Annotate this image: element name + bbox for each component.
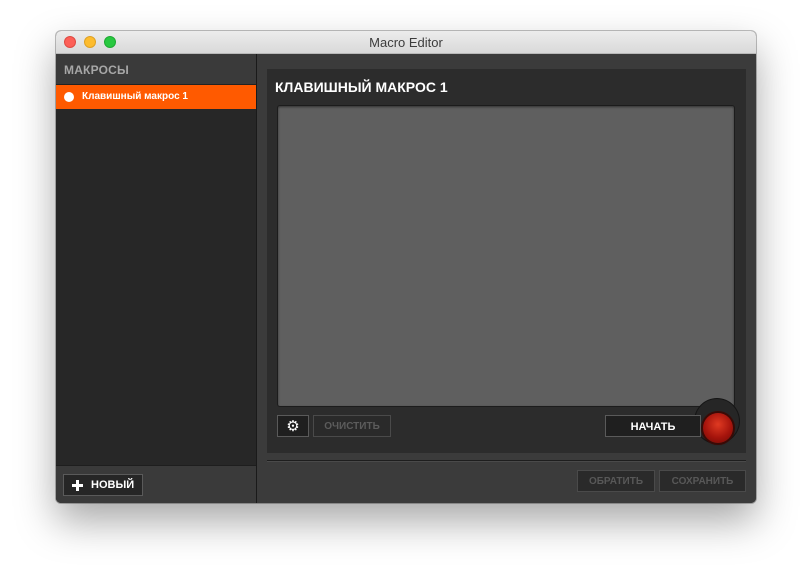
record-icon[interactable] <box>703 413 733 443</box>
macro-list-item[interactable]: Клавишный макрос 1 <box>56 85 256 109</box>
undo-button[interactable]: ОБРАТИТЬ <box>577 470 655 492</box>
editor-panel: КЛАВИШНЫЙ МАКРОС 1 ⚙ ОЧИСТИТЬ НАЧАТЬ <box>267 69 746 453</box>
sidebar-title: МАКРОСЫ <box>64 63 129 77</box>
macro-title: КЛАВИШНЫЙ МАКРОС 1 <box>275 79 448 95</box>
start-recording-button[interactable]: НАЧАТЬ <box>605 415 701 437</box>
gear-icon: ⚙ <box>286 418 300 435</box>
sidebar-footer: НОВЫЙ <box>56 465 256 503</box>
footer-divider <box>267 460 746 462</box>
window-title: Macro Editor <box>369 35 443 50</box>
settings-button[interactable]: ⚙ <box>277 415 309 437</box>
macro-list-item-label: Клавишный макрос 1 <box>82 91 188 102</box>
macro-sidebar: МАКРОСЫ Клавишный макрос 1 НОВЫЙ <box>56 54 257 503</box>
new-macro-button[interactable]: НОВЫЙ <box>63 474 143 496</box>
plus-icon <box>72 480 83 491</box>
macro-recording-area[interactable] <box>277 105 735 407</box>
new-macro-label: НОВЫЙ <box>91 479 135 491</box>
macro-status-dot <box>64 92 74 102</box>
macro-editor-window: Macro Editor МАКРОСЫ Клавишный макрос 1 … <box>56 31 756 503</box>
clear-button[interactable]: ОЧИСТИТЬ <box>313 415 391 437</box>
macro-editor-main: КЛАВИШНЫЙ МАКРОС 1 ⚙ ОЧИСТИТЬ НАЧАТЬ ОБР… <box>257 54 756 503</box>
title-bar: Macro Editor <box>56 31 756 54</box>
save-button[interactable]: СОХРАНИТЬ <box>659 470 746 492</box>
sidebar-header: МАКРОСЫ <box>56 54 256 85</box>
